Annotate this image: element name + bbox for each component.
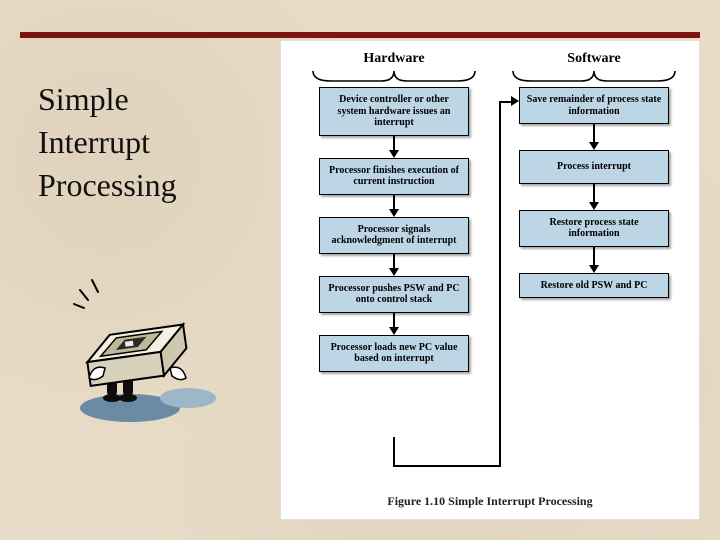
title-line-3: Processing bbox=[38, 164, 177, 207]
connector-bottom-h bbox=[393, 465, 501, 467]
column-header-hardware: Hardware bbox=[319, 51, 469, 67]
sw-node-4: Restore old PSW and PC bbox=[519, 273, 669, 299]
column-header-software: Software bbox=[519, 51, 669, 67]
software-column: Save remainder of process state informat… bbox=[519, 87, 669, 298]
connector-down bbox=[393, 437, 395, 467]
sw-node-1: Save remainder of process state informat… bbox=[519, 87, 669, 124]
figure-caption: Figure 1.10 Simple Interrupt Processing bbox=[281, 494, 699, 509]
hw-node-2: Processor finishes execution of current … bbox=[319, 158, 469, 195]
figure-panel: Hardware Software Device controller or o… bbox=[280, 40, 700, 520]
hw-node-5: Processor loads new PC value based on in… bbox=[319, 335, 469, 372]
title-line-2: Interrupt bbox=[38, 121, 177, 164]
connector-mid-v bbox=[499, 101, 501, 467]
horizontal-rule bbox=[20, 32, 700, 38]
sw-node-3: Restore process state information bbox=[519, 210, 669, 247]
connector-arrow bbox=[511, 96, 519, 106]
hw-node-3: Processor signals acknowledgment of inte… bbox=[319, 217, 469, 254]
hardware-column: Device controller or other system hardwa… bbox=[319, 87, 469, 372]
hw-node-1: Device controller or other system hardwa… bbox=[319, 87, 469, 136]
brace-software bbox=[511, 69, 677, 83]
title-line-1: Simple bbox=[38, 78, 177, 121]
sw-node-2: Process interrupt bbox=[519, 150, 669, 184]
computer-clipart bbox=[70, 270, 230, 430]
hw-node-4: Processor pushes PSW and PC onto control… bbox=[319, 276, 469, 313]
brace-hardware bbox=[311, 69, 477, 83]
slide-title: Simple Interrupt Processing bbox=[38, 78, 177, 208]
